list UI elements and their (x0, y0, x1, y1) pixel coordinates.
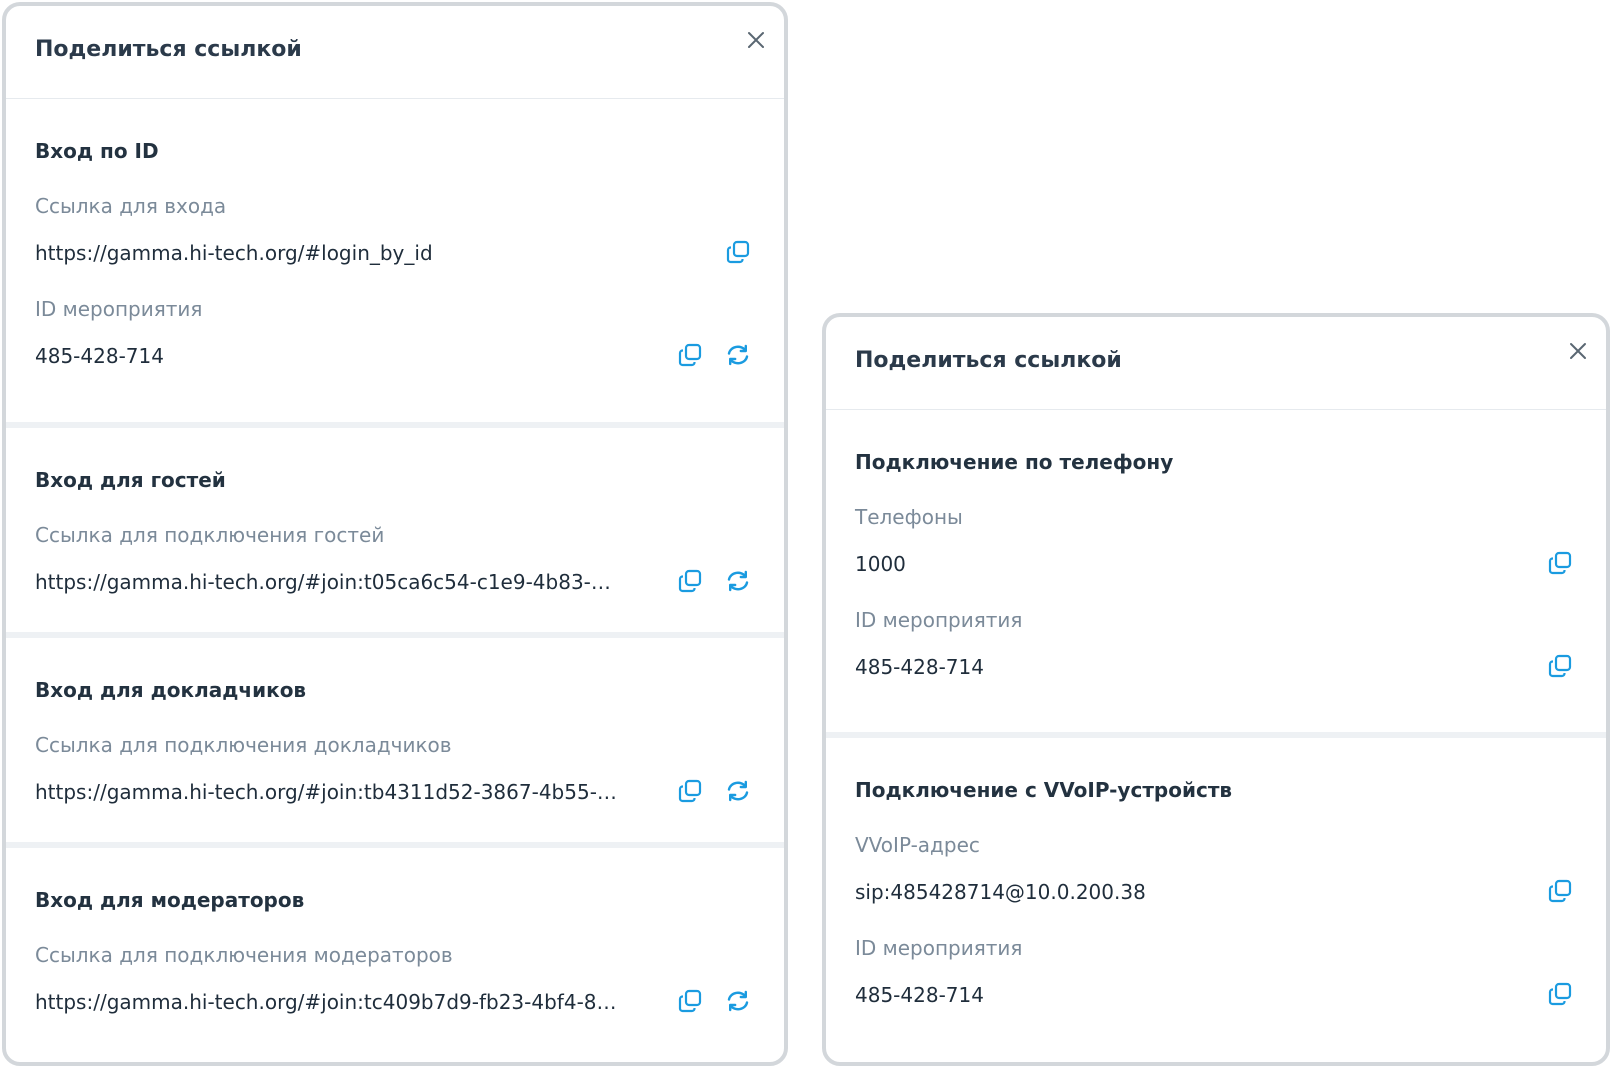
field-row: https://gamma.hi-tech.org/#join:tb4311d5… (35, 779, 784, 805)
field-label: Телефоны (855, 505, 963, 529)
field-label: Ссылка для подключения модераторов (35, 943, 453, 967)
copy-icon[interactable] (676, 341, 704, 369)
field-actions (724, 238, 752, 266)
field-row: https://gamma.hi-tech.org/#join:t05ca6c5… (35, 569, 784, 595)
refresh-icon[interactable] (724, 341, 752, 369)
field-label: Ссылка для подключения докладчиков (35, 733, 452, 757)
copy-icon[interactable] (676, 987, 704, 1015)
field-actions (676, 777, 752, 805)
section-speakers: Вход для докладчиков Ссылка для подключе… (6, 632, 784, 842)
field-label: Ссылка для подключения гостей (35, 523, 385, 547)
field-row: 485-428-714 (855, 982, 1606, 1008)
section-heading: Вход по ID (35, 139, 159, 163)
copy-icon[interactable] (724, 238, 752, 266)
copy-icon[interactable] (1546, 877, 1574, 905)
field-label: ID мероприятия (855, 936, 1023, 960)
refresh-icon[interactable] (724, 567, 752, 595)
event-id-value: 485-428-714 (855, 655, 984, 679)
field-label: Ссылка для входа (35, 194, 227, 218)
section-heading: Подключение по телефону (855, 450, 1174, 474)
dialog-header: Поделиться ссылкой (826, 317, 1606, 410)
section-heading: Вход для гостей (35, 468, 226, 492)
close-icon[interactable] (744, 28, 768, 52)
dialog-title: Поделиться ссылкой (35, 37, 302, 62)
field-row: sip:485428714@10.0.200.38 (855, 879, 1606, 905)
section-heading: Подключение с VVoIP-устройств (855, 778, 1233, 802)
section-heading: Вход для модераторов (35, 888, 305, 912)
field-actions (1546, 877, 1574, 905)
field-actions (676, 987, 752, 1015)
event-id-value: 485-428-714 (855, 983, 984, 1007)
refresh-icon[interactable] (724, 987, 752, 1015)
field-row: 1000 (855, 551, 1606, 577)
section-phone: Подключение по телефону Телефоны 1000 ID… (826, 410, 1606, 732)
dialog-header: Поделиться ссылкой (6, 6, 784, 99)
field-actions (1546, 980, 1574, 1008)
field-row: https://gamma.hi-tech.org/#join:tc409b7d… (35, 989, 784, 1015)
section-login-by-id: Вход по ID Ссылка для входа https://gamm… (6, 99, 784, 422)
field-actions (676, 341, 752, 369)
section-vvoip: Подключение с VVoIP-устройств VVoIP-адре… (826, 732, 1606, 1062)
copy-icon[interactable] (1546, 980, 1574, 1008)
copy-icon[interactable] (676, 777, 704, 805)
share-link-dialog-left: Поделиться ссылкой Вход по ID Ссылка для… (2, 2, 788, 1066)
login-link-value: https://gamma.hi-tech.org/#login_by_id (35, 241, 433, 265)
phones-value: 1000 (855, 552, 906, 576)
field-row: 485-428-714 (855, 654, 1606, 680)
share-link-dialog-right: Поделиться ссылкой Подключение по телефо… (822, 313, 1610, 1066)
field-row: https://gamma.hi-tech.org/#login_by_id (35, 240, 784, 266)
guest-link-value: https://gamma.hi-tech.org/#join:t05ca6c5… (35, 570, 620, 594)
vvoip-address-value: sip:485428714@10.0.200.38 (855, 880, 1146, 904)
refresh-icon[interactable] (724, 777, 752, 805)
speaker-link-value: https://gamma.hi-tech.org/#join:tb4311d5… (35, 780, 620, 804)
field-actions (1546, 652, 1574, 680)
field-label: ID мероприятия (855, 608, 1023, 632)
copy-icon[interactable] (676, 567, 704, 595)
field-row: 485-428-714 (35, 343, 784, 369)
field-label: VVoIP-адрес (855, 833, 980, 857)
field-actions (1546, 549, 1574, 577)
section-guests: Вход для гостей Ссылка для подключения г… (6, 422, 784, 632)
close-icon[interactable] (1566, 339, 1590, 363)
section-heading: Вход для докладчиков (35, 678, 307, 702)
event-id-value: 485-428-714 (35, 344, 164, 368)
field-actions (676, 567, 752, 595)
section-moderators: Вход для модераторов Ссылка для подключе… (6, 842, 784, 1062)
copy-icon[interactable] (1546, 549, 1574, 577)
copy-icon[interactable] (1546, 652, 1574, 680)
field-label: ID мероприятия (35, 297, 203, 321)
moderator-link-value: https://gamma.hi-tech.org/#join:tc409b7d… (35, 990, 620, 1014)
dialog-title: Поделиться ссылкой (855, 348, 1122, 373)
